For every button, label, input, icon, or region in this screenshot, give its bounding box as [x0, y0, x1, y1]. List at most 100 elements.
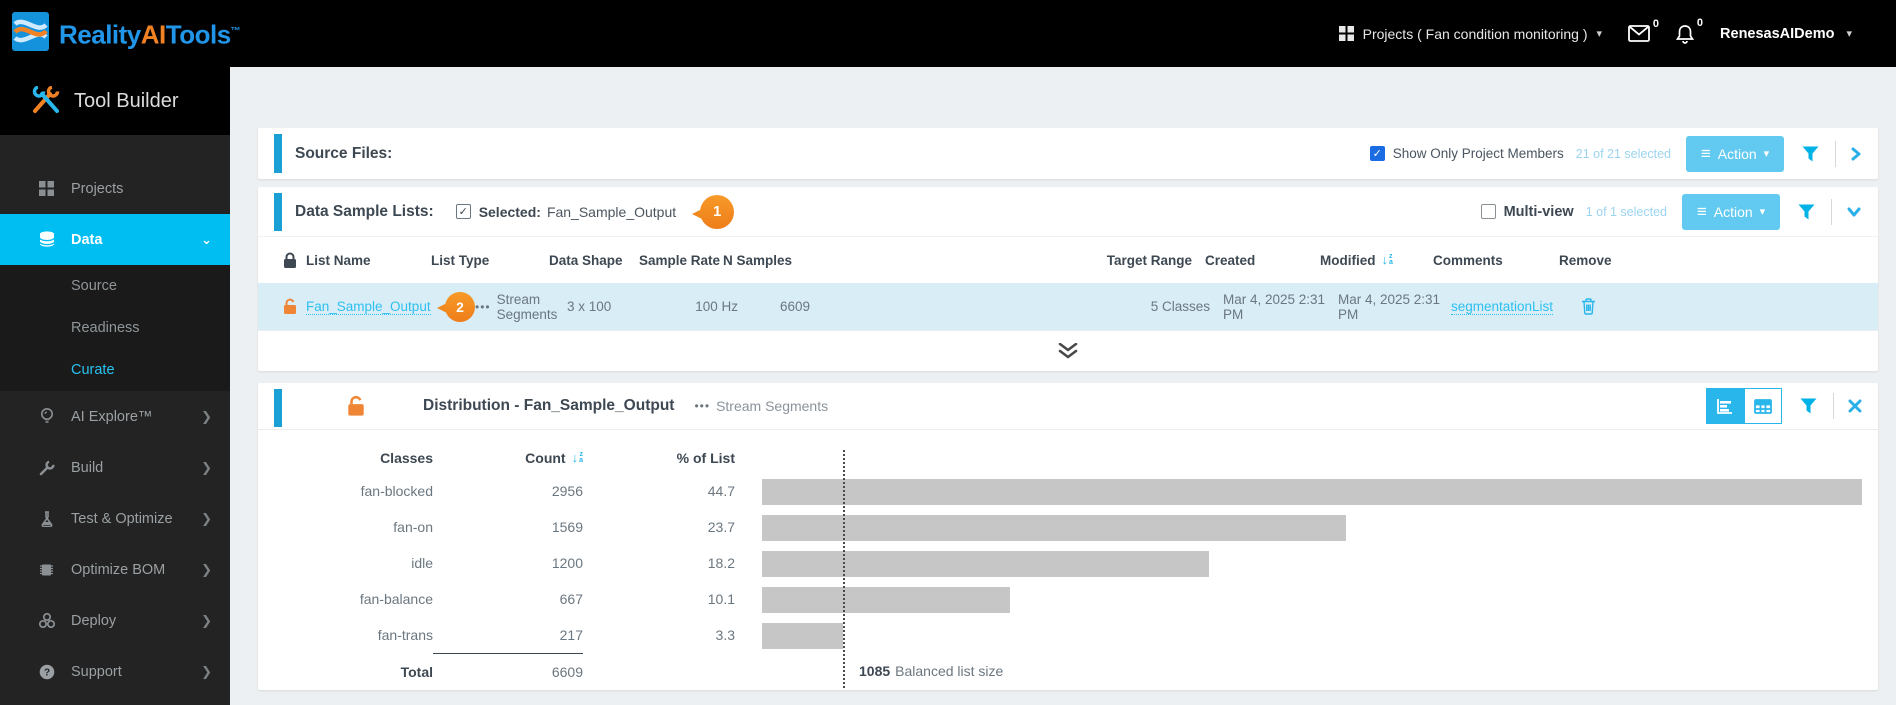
- class-count: 1569: [463, 519, 583, 535]
- table-icon: [1754, 399, 1772, 414]
- column-header-list-name[interactable]: List Name: [306, 253, 431, 268]
- sample-list-row[interactable]: Fan_Sample_Output 2 ••• Stream Segments …: [258, 283, 1878, 330]
- distribution-title: Distribution - Fan_Sample_Output: [423, 397, 674, 415]
- double-chevron-down-icon: [1054, 343, 1082, 359]
- sort-icon[interactable]: ↓za: [572, 452, 583, 465]
- logo-text: RealityAITools™: [59, 12, 240, 55]
- show-only-project-members-checkbox[interactable]: ✓: [1370, 146, 1385, 161]
- annotation-badge-2: 2: [443, 292, 475, 322]
- bar-chart-icon: [1716, 398, 1734, 414]
- chevron-right-icon: ❯: [201, 460, 212, 476]
- row-data-shape-cell: 3 x 100: [567, 299, 653, 314]
- sidebar-item-build[interactable]: Build ❯: [0, 442, 230, 493]
- close-panel-button[interactable]: [1848, 399, 1862, 413]
- action-button[interactable]: ≡ Action ▾: [1686, 136, 1784, 172]
- action-button-label: Action: [1714, 204, 1753, 220]
- envelope-icon: [1628, 25, 1650, 42]
- table-view-toggle[interactable]: [1744, 388, 1782, 424]
- show-only-project-members-label: Show Only Project Members: [1393, 146, 1564, 161]
- filter-button[interactable]: [1802, 146, 1819, 162]
- filter-icon: [1798, 204, 1815, 220]
- sidebar-item-projects[interactable]: Projects: [0, 163, 230, 214]
- comments-link[interactable]: segmentationList: [1451, 299, 1553, 315]
- chevron-right-icon: ❯: [201, 562, 212, 578]
- lock-column-header: [258, 252, 306, 269]
- collapse-list-control[interactable]: [258, 330, 1878, 370]
- wrench-icon: [38, 460, 55, 476]
- delete-row-button[interactable]: [1581, 298, 1596, 315]
- boxes-icon: [38, 613, 55, 628]
- filter-button[interactable]: [1800, 398, 1817, 414]
- multi-view-checkbox[interactable]: [1481, 204, 1496, 219]
- column-header-modified-label: Modified: [1320, 253, 1376, 268]
- column-header-remove: Remove: [1553, 253, 1878, 268]
- sidebar-item-ai-explore[interactable]: AI Explore™ ❯: [0, 391, 230, 442]
- column-header-target-range[interactable]: Target Range: [792, 253, 1192, 268]
- distribution-total-row: Total 6609: [258, 654, 735, 690]
- column-header-percent: % of List: [583, 450, 735, 466]
- class-count: 667: [463, 591, 583, 607]
- sort-icon[interactable]: ↓za: [1382, 254, 1393, 267]
- sidebar-item-support[interactable]: ? Support ❯: [0, 646, 230, 697]
- messages-count-badge: 0: [1653, 18, 1659, 30]
- database-icon: [38, 231, 55, 248]
- filter-icon: [1802, 146, 1819, 162]
- sidebar-item-label: Deploy: [71, 613, 116, 629]
- class-label: fan-on: [258, 519, 433, 535]
- chevron-right-icon: ❯: [201, 511, 212, 527]
- list-name-link[interactable]: Fan_Sample_Output: [306, 299, 431, 315]
- class-count: 2956: [463, 483, 583, 499]
- column-header-modified[interactable]: Modified ↓za: [1320, 253, 1433, 268]
- distribution-panel: Distribution - Fan_Sample_Output ••• Str…: [258, 383, 1878, 690]
- trash-icon: [1581, 298, 1596, 315]
- sidebar-item-curate[interactable]: Curate: [0, 349, 230, 391]
- row-lock-cell[interactable]: [258, 298, 306, 315]
- sidebar-item-test-optimize[interactable]: Test & Optimize ❯: [0, 493, 230, 544]
- column-header-list-type[interactable]: List Type: [431, 253, 549, 268]
- projects-dropdown[interactable]: Projects ( Fan condition monitoring ) ▾: [1339, 26, 1602, 42]
- source-files-title: Source Files:: [295, 145, 392, 163]
- distribution-bars: [762, 474, 1868, 664]
- chart-view-toggle[interactable]: [1706, 388, 1744, 424]
- action-button[interactable]: ≡ Action ▾: [1682, 194, 1780, 230]
- sidebar-item-source[interactable]: Source: [0, 265, 230, 307]
- column-header-sample-rate[interactable]: Sample Rate: [635, 253, 720, 268]
- column-header-data-shape[interactable]: Data Shape: [549, 253, 635, 268]
- messages-button[interactable]: 0: [1628, 25, 1650, 42]
- collapse-panel-button[interactable]: [1846, 206, 1862, 218]
- svg-text:?: ?: [43, 667, 49, 678]
- sidebar-item-label: AI Explore™: [71, 409, 152, 425]
- column-header-classes: Classes: [258, 450, 433, 466]
- source-files-panel: Source Files: ✓ Show Only Project Member…: [258, 128, 1878, 179]
- lightbulb-icon: [38, 408, 55, 425]
- column-header-comments[interactable]: Comments: [1433, 253, 1553, 268]
- sidebar-item-optimize-bom[interactable]: Optimize BOM ❯: [0, 544, 230, 595]
- column-header-created[interactable]: Created: [1192, 253, 1320, 268]
- notifications-button[interactable]: 0: [1676, 24, 1694, 44]
- row-created-cell: Mar 4, 2025 2:31 PM: [1210, 292, 1338, 322]
- bell-icon: [1676, 24, 1694, 44]
- menu-bars-icon: ≡: [1697, 202, 1707, 222]
- filter-button[interactable]: [1798, 204, 1815, 220]
- selected-value: Fan_Sample_Output: [547, 204, 676, 220]
- row-sample-rate-cell: 100 Hz: [653, 299, 738, 314]
- bar-fan-on: [762, 515, 1346, 541]
- view-toggle-group: [1706, 388, 1782, 424]
- sidebar-item-label: Support: [71, 664, 122, 680]
- total-value: 6609: [463, 664, 583, 680]
- divider: [1835, 141, 1836, 167]
- chevron-down-icon: ▾: [1846, 27, 1852, 40]
- sidebar-item-readiness[interactable]: Readiness: [0, 307, 230, 349]
- distribution-subtitle: ••• Stream Segments: [694, 398, 828, 414]
- user-menu[interactable]: RenesasAIDemo ▾: [1720, 26, 1852, 42]
- row-list-name-cell: Fan_Sample_Output: [306, 299, 431, 315]
- column-header-count[interactable]: Count ↓za: [433, 450, 583, 466]
- projects-dropdown-label: Projects ( Fan condition monitoring ): [1363, 26, 1588, 42]
- sidebar-item-deploy[interactable]: Deploy ❯: [0, 595, 230, 646]
- flask-icon: [38, 511, 55, 527]
- selected-checkbox[interactable]: ✓: [456, 204, 471, 219]
- bar-fan-blocked: [762, 479, 1862, 505]
- column-header-n-samples[interactable]: N Samples: [720, 253, 792, 268]
- sidebar-item-data[interactable]: Data ⌄: [0, 214, 230, 265]
- expand-panel-button[interactable]: [1850, 146, 1862, 162]
